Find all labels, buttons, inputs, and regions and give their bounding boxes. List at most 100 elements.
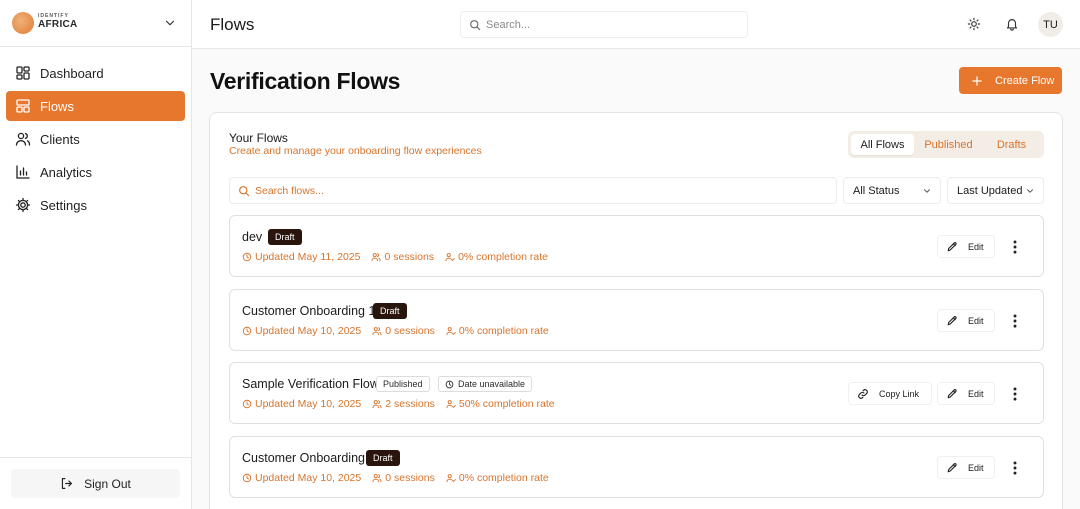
edit-label: Edit [968,315,984,326]
sidebar-nav: Dashboard Flows Clients Analytics Settin… [6,58,185,223]
more-vertical-icon[interactable] [1006,385,1024,403]
chevron-down-icon [1027,189,1033,193]
draft-badge: Draft [268,229,302,245]
flow-card[interactable]: Sample Verification Flow Published Date … [229,362,1044,424]
sun-icon[interactable] [967,17,981,31]
flow-sessions: 0 sessions [385,472,435,484]
sign-out-label: Sign Out [84,476,131,491]
copy-link-label: Copy Link [879,388,920,399]
draft-badge: Draft [373,303,407,319]
edit-button[interactable]: Edit [937,309,995,332]
copy-link-button[interactable]: Copy Link [848,382,932,405]
status-filter-value: All Status [853,184,900,197]
clock-icon [242,326,252,336]
sort-select[interactable]: Last Updated [947,177,1044,204]
flows-icon [16,99,30,113]
status-filter-select[interactable]: All Status [843,177,941,204]
flow-sessions: 0 sessions [385,325,435,337]
users-icon [15,132,31,146]
clock-icon [445,380,454,388]
flow-card[interactable]: dev Draft Updated May 11, 2025 0 session… [229,215,1044,277]
users-icon [372,474,382,483]
published-badge: Published [376,376,430,392]
sidebar-item-clients[interactable]: Clients [6,124,185,154]
brand-header[interactable]: IDENTIFY AFRICA [0,0,191,47]
brand-logo: IDENTIFY AFRICA [38,14,78,30]
sidebar-item-label: Clients [40,131,80,147]
flow-card[interactable]: Customer Onboarding Draft Updated May 10… [229,436,1044,498]
user-check-icon [445,253,455,262]
flow-card[interactable]: Customer Onboarding 1 Draft Updated May … [229,289,1044,351]
sidebar-item-label: Dashboard [40,65,104,81]
flow-meta: Updated May 10, 2025 0 sessions 0% compl… [242,325,560,337]
sidebar-item-label: Analytics [40,164,93,180]
sidebar-item-dashboard[interactable]: Dashboard [6,58,185,88]
pencil-icon [947,388,957,398]
sign-out-button[interactable]: Sign Out [11,469,180,498]
gear-icon [15,197,31,213]
sidebar: IDENTIFY AFRICA Dashboard Flows Clients … [0,0,192,509]
flow-sessions: 2 sessions [385,398,435,410]
flow-search[interactable] [229,177,837,204]
users-icon [372,327,382,336]
panel-title: Your Flows [229,131,288,145]
tab-published[interactable]: Published [917,134,980,155]
top-bar: Flows TU [192,0,1080,49]
header-title: Flows [210,15,255,34]
user-check-icon [446,400,456,409]
flow-sessions: 0 sessions [384,251,435,263]
bell-icon[interactable] [1005,17,1019,31]
analytics-icon [16,165,30,179]
flow-completion: 50% completion rate [458,398,555,410]
flow-completion: 0% completion rate [458,325,549,337]
flow-meta: Updated May 11, 2025 0 sessions 0% compl… [242,251,559,263]
africa-logo-icon [12,12,34,34]
flow-meta: Updated May 10, 2025 2 sessions 50% comp… [242,398,566,410]
clock-icon [242,399,252,409]
flow-name: Customer Onboarding 1 [242,304,376,318]
clock-icon [242,473,252,483]
search-icon [239,185,250,196]
flow-search-input[interactable] [255,184,815,197]
more-vertical-icon[interactable] [1006,312,1024,330]
draft-badge: Draft [366,450,400,466]
avatar[interactable]: TU [1038,12,1063,37]
sidebar-item-label: Settings [40,197,87,213]
date-badge-label: Date unavailable [458,379,526,389]
dashboard-icon [16,66,30,80]
clock-icon [242,252,252,262]
flow-completion: 0% completion rate [458,251,548,263]
published-badge-label: Published [383,379,423,389]
panel-subtitle: Create and manage your onboarding flow e… [229,145,482,157]
edit-button[interactable]: Edit [937,456,995,479]
sidebar-footer: Sign Out [0,457,191,509]
users-icon [371,253,381,262]
more-vertical-icon[interactable] [1006,459,1024,477]
flow-tabs: All Flows Published Drafts [848,131,1044,158]
tab-drafts[interactable]: Drafts [980,134,1043,155]
flows-panel: Your Flows Create and manage your onboar… [209,112,1063,509]
edit-button[interactable]: Edit [937,235,995,258]
edit-button[interactable]: Edit [937,382,995,405]
pencil-icon [947,241,957,251]
edit-label: Edit [968,241,984,252]
brand-line-2: AFRICA [38,19,78,30]
plus-icon [972,75,982,86]
flow-updated: Updated May 11, 2025 [255,251,361,263]
tab-all-flows[interactable]: All Flows [851,134,914,155]
pencil-icon [947,315,957,325]
user-check-icon [446,474,456,483]
sidebar-item-analytics[interactable]: Analytics [6,157,185,187]
flow-name: Customer Onboarding [242,451,365,465]
edit-label: Edit [968,388,984,399]
search-input[interactable] [486,18,726,31]
sign-out-icon [62,478,73,489]
chevron-down-icon[interactable] [163,16,177,30]
sidebar-item-settings[interactable]: Settings [6,190,185,220]
more-vertical-icon[interactable] [1006,238,1024,256]
flow-completion: 0% completion rate [458,472,549,484]
create-flow-button[interactable]: Create Flow [959,67,1062,94]
global-search[interactable] [460,11,748,38]
search-icon [470,19,481,30]
sidebar-item-flows[interactable]: Flows [6,91,185,121]
